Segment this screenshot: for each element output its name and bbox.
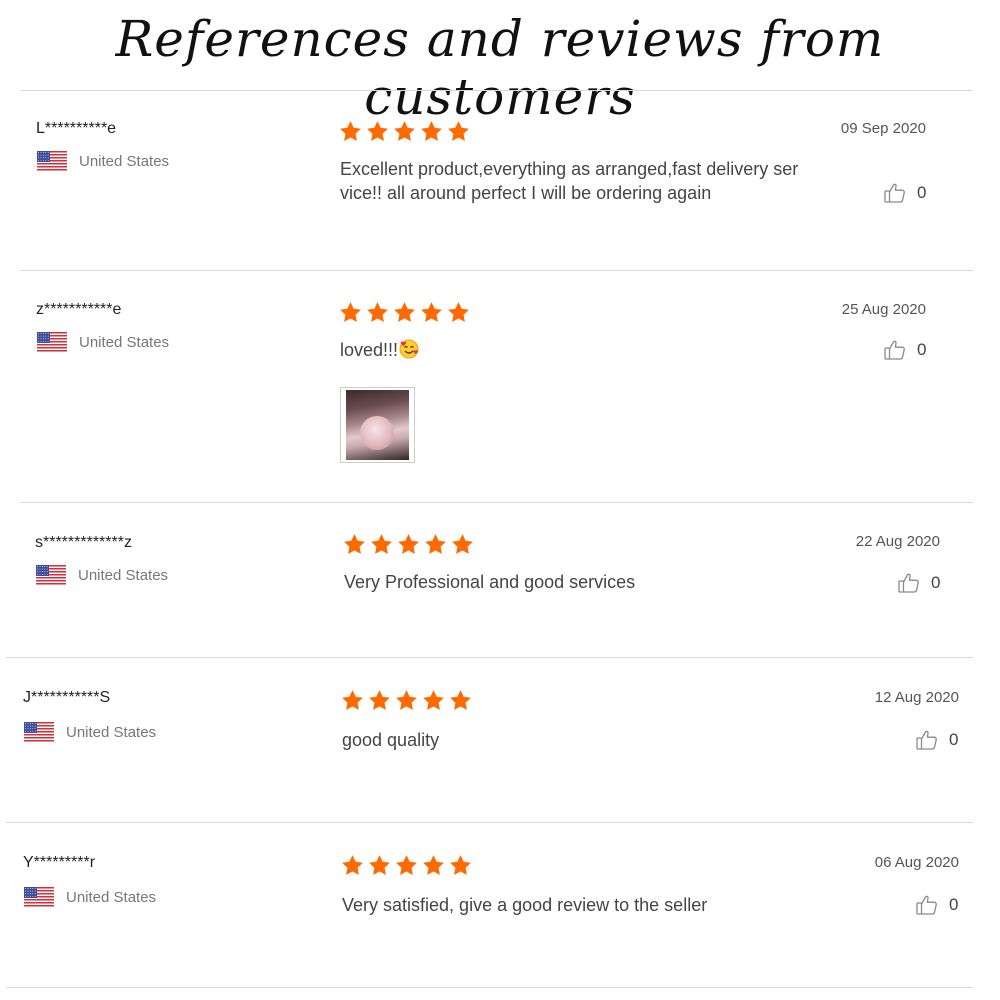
star-icon (341, 689, 364, 712)
us-flag-icon (36, 565, 66, 586)
star-icon (395, 854, 418, 877)
review-text-line: good quality (342, 730, 440, 750)
review-divider (6, 987, 973, 988)
thumbs-up-icon[interactable] (915, 893, 939, 917)
review-text: Excellent product,everything as arranged… (340, 157, 810, 205)
star-icon (424, 533, 447, 556)
star-icon (449, 854, 472, 877)
star-icon (447, 120, 470, 143)
review-text: Very satisfied, give a good review to th… (342, 893, 822, 917)
review-photo-detail (360, 416, 394, 450)
star-icon (368, 854, 391, 877)
thumbs-up-icon[interactable] (883, 181, 907, 205)
us-flag-icon (37, 151, 67, 172)
country-label: United States (66, 889, 157, 906)
star-icon (420, 301, 443, 324)
star-rating (339, 301, 470, 324)
reviewer-country: United States (24, 722, 156, 743)
reviewer-country: United States (37, 151, 169, 172)
review-divider (20, 270, 973, 271)
review-text-line: loved!!! (340, 340, 399, 360)
star-icon (339, 120, 362, 143)
review-date: 25 Aug 2020 (841, 301, 926, 318)
star-icon (422, 854, 445, 877)
like-button[interactable]: 0 (883, 338, 926, 362)
like-count: 0 (949, 730, 959, 749)
review-date: 12 Aug 2020 (874, 689, 959, 706)
review-text: Very Professional and good services (344, 570, 824, 594)
reviewer-name: J***********S (23, 689, 111, 706)
reviewer-name: z***********e (36, 301, 122, 318)
reviewer-name: s*************z (35, 534, 132, 551)
star-rating (339, 120, 470, 143)
reviewer-name: Y*********r (23, 854, 96, 871)
country-label: United States (79, 334, 170, 351)
us-flag-icon (37, 332, 67, 353)
reviewer-country: United States (36, 565, 168, 586)
thumbs-up-icon[interactable] (915, 728, 939, 752)
us-flag-icon (24, 887, 54, 908)
country-label: United States (79, 153, 170, 170)
star-icon (447, 301, 470, 324)
star-icon (397, 533, 420, 556)
like-button[interactable]: 0 (883, 181, 926, 205)
review-text-line: Excellent product,everything as arranged… (340, 159, 799, 179)
review-text: good quality (342, 728, 822, 752)
star-icon (393, 120, 416, 143)
star-icon (366, 301, 389, 324)
review-text-line: Very Professional and good services (344, 572, 636, 592)
thumbs-up-icon[interactable] (897, 571, 921, 595)
country-label: United States (66, 724, 157, 741)
page-title: References and reviews from customers (115, 10, 885, 126)
star-rating (341, 854, 472, 877)
like-count: 0 (931, 573, 941, 592)
review-text: loved!!! (340, 338, 810, 362)
smiling-face-with-hearts-emoji (399, 339, 419, 359)
reviewer-country: United States (24, 887, 156, 908)
star-icon (368, 689, 391, 712)
review-date: 09 Sep 2020 (840, 120, 926, 137)
star-icon (451, 533, 474, 556)
reviewer-country: United States (37, 332, 169, 353)
star-icon (395, 689, 418, 712)
star-icon (339, 301, 362, 324)
title-divider (20, 90, 973, 91)
star-icon (420, 120, 443, 143)
review-date: 06 Aug 2020 (874, 854, 959, 871)
star-icon (366, 120, 389, 143)
star-icon (341, 854, 364, 877)
star-icon (393, 301, 416, 324)
star-icon (343, 533, 366, 556)
review-text-line: vice!! all around perfect I will be orde… (340, 183, 712, 203)
us-flag-icon (24, 722, 54, 743)
like-button[interactable]: 0 (915, 893, 958, 917)
review-photo-thumbnail[interactable] (340, 387, 415, 463)
star-icon (422, 689, 445, 712)
review-divider (6, 657, 973, 658)
like-count: 0 (917, 340, 927, 359)
like-count: 0 (917, 183, 927, 202)
review-divider (6, 822, 973, 823)
country-label: United States (78, 567, 169, 584)
review-divider (20, 502, 973, 503)
star-icon (370, 533, 393, 556)
review-photo-image (346, 390, 409, 460)
star-icon (449, 689, 472, 712)
like-count: 0 (949, 895, 959, 914)
review-date: 22 Aug 2020 (855, 533, 940, 550)
thumbs-up-icon[interactable] (883, 338, 907, 362)
review-text-line: Very satisfied, give a good review to th… (342, 895, 708, 915)
star-rating (341, 689, 472, 712)
like-button[interactable]: 0 (897, 571, 940, 595)
like-button[interactable]: 0 (915, 728, 958, 752)
star-rating (343, 533, 474, 556)
reviewer-name: L**********e (36, 120, 117, 137)
